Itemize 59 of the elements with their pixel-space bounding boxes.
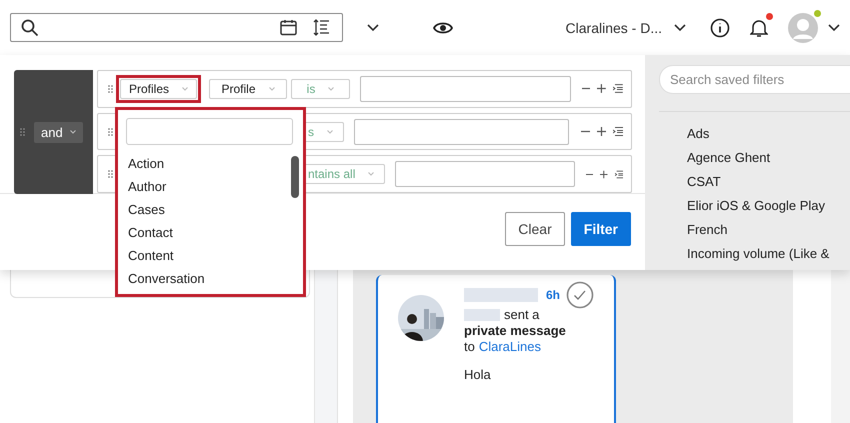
chevron-down-icon[interactable] xyxy=(828,24,840,32)
saved-filter-item[interactable]: Ads xyxy=(687,122,850,146)
post-to-label: to xyxy=(464,339,475,355)
dropdown-item[interactable]: Cases xyxy=(126,198,293,221)
indent-icon[interactable] xyxy=(613,84,623,94)
drag-handle-icon[interactable] xyxy=(20,128,25,136)
saved-filter-item[interactable]: Agence Ghent xyxy=(687,146,850,170)
caret-icon xyxy=(70,130,76,134)
drag-handle-icon[interactable] xyxy=(108,84,113,93)
dropdown-item[interactable]: Author xyxy=(126,175,293,198)
conjunction-select[interactable]: and xyxy=(34,122,83,142)
recipient-link[interactable]: ClaraLines xyxy=(478,339,541,355)
sort-icon[interactable] xyxy=(313,19,330,36)
post-type: private message xyxy=(464,323,567,339)
post-card[interactable]: 6h sent a private message to ClaraLines Hola xyxy=(376,275,616,423)
indent-icon[interactable] xyxy=(613,127,623,136)
scrollbar-thumb[interactable] xyxy=(291,156,299,198)
saved-filter-item[interactable]: Elior iOS & Google Play xyxy=(687,194,850,218)
filter-button[interactable]: Filter xyxy=(570,212,631,246)
dropdown-item[interactable]: Action xyxy=(126,152,293,175)
drag-handle-icon[interactable] xyxy=(108,170,113,178)
dropdown-item[interactable]: Contact xyxy=(126,221,293,244)
calendar-icon[interactable] xyxy=(280,19,297,36)
chevron-down-icon[interactable] xyxy=(674,24,686,32)
post-time: 6h xyxy=(546,287,560,303)
clear-button[interactable]: Clear xyxy=(505,212,565,246)
caret-icon xyxy=(268,86,274,91)
bell-icon[interactable] xyxy=(750,18,768,38)
plus-icon[interactable] xyxy=(600,170,608,179)
saved-filter-item[interactable]: Incoming volume (Like & xyxy=(687,242,850,266)
value-field[interactable] xyxy=(395,161,575,188)
saved-filter-item[interactable]: French xyxy=(687,218,850,242)
post-message: Hola xyxy=(464,367,492,383)
dropdown-item[interactable]: Content xyxy=(126,244,293,267)
caret-icon xyxy=(368,172,374,176)
value-field[interactable] xyxy=(360,76,571,102)
caret-icon xyxy=(182,86,188,91)
check-circle-icon[interactable] xyxy=(566,281,594,309)
caret-icon xyxy=(328,86,334,91)
plus-icon[interactable] xyxy=(597,127,606,136)
blurred-name xyxy=(464,309,500,321)
account-selector[interactable]: Claralines - D... xyxy=(566,20,662,36)
caret-icon xyxy=(327,130,333,134)
category-select[interactable]: Profiles xyxy=(120,78,197,99)
plus-icon[interactable] xyxy=(597,84,606,94)
drag-handle-icon[interactable] xyxy=(108,128,113,136)
dropdown-item[interactable]: Conversation xyxy=(126,267,293,290)
search-field[interactable] xyxy=(10,13,343,42)
search-icon xyxy=(21,18,39,36)
info-icon[interactable] xyxy=(710,18,730,38)
eye-icon[interactable] xyxy=(433,20,453,34)
indent-icon[interactable] xyxy=(614,170,624,179)
saved-filter-item[interactable]: CSAT xyxy=(687,170,850,194)
value-field[interactable] xyxy=(354,118,569,144)
search-field[interactable] xyxy=(126,118,293,145)
chevron-down-icon[interactable] xyxy=(367,24,379,32)
post-action: sent a xyxy=(504,307,540,323)
field-select[interactable]: Profile xyxy=(209,78,287,99)
search-field[interactable]: Search saved filters xyxy=(659,65,850,94)
